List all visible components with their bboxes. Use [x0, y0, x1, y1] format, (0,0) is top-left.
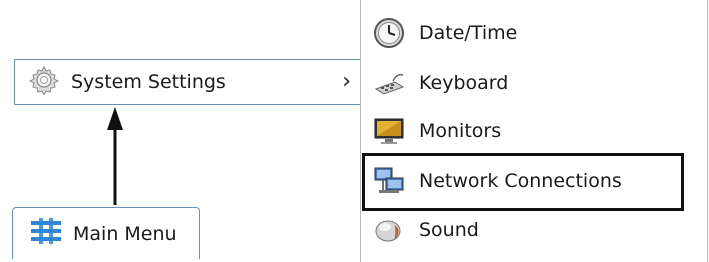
submenu-item-network-connections[interactable]: Network Connections — [361, 156, 707, 206]
submenu-item-label: Monitors — [419, 120, 502, 142]
clock-icon — [373, 17, 405, 49]
system-settings-menu-item[interactable]: System Settings › — [14, 59, 362, 105]
main-menu-button[interactable]: Main Menu — [12, 207, 200, 259]
chevron-right-icon: › — [342, 69, 351, 94]
submenu-item-label: Keyboard — [419, 72, 509, 94]
submenu-item-monitors[interactable]: Monitors — [361, 106, 707, 156]
network-icon — [373, 165, 405, 197]
main-menu-label: Main Menu — [73, 222, 177, 245]
main-menu-icon — [29, 218, 63, 249]
submenu-item-label: Network Connections — [419, 170, 622, 192]
submenu-item-label: Date/Time — [419, 22, 518, 44]
monitor-icon — [373, 115, 405, 147]
speaker-icon — [373, 214, 405, 246]
gear-icon — [28, 65, 60, 100]
system-settings-submenu: Date/Time Keyboard Monitors Network Conn… — [360, 0, 708, 262]
system-settings-label: System Settings — [71, 71, 226, 93]
submenu-item-label: Sound — [419, 219, 479, 241]
submenu-item-date-time[interactable]: Date/Time — [361, 8, 707, 58]
submenu-item-keyboard[interactable]: Keyboard — [361, 58, 707, 108]
submenu-item-sound[interactable]: Sound — [361, 205, 707, 255]
keyboard-icon — [373, 67, 405, 99]
